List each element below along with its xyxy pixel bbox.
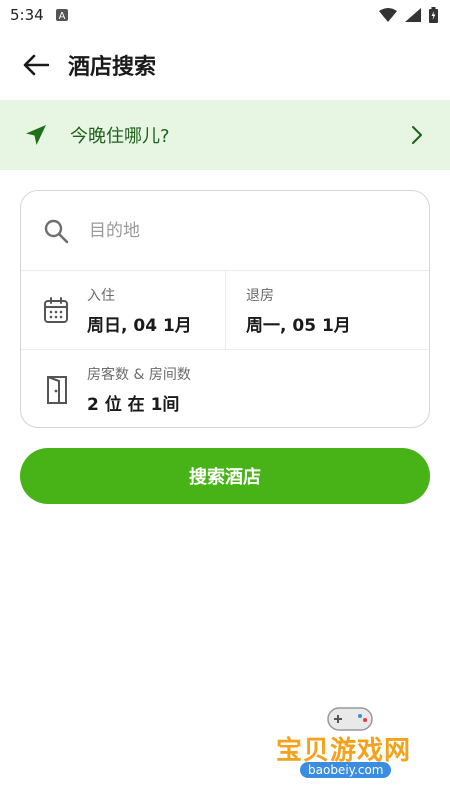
location-banner-text: 今晚住哪儿? (70, 126, 170, 147)
search-icon (44, 219, 69, 243)
checkin-field[interactable]: 入住 周日, 04 1月 (21, 271, 225, 349)
back-button[interactable] (18, 47, 54, 83)
calendar-icon (44, 297, 68, 323)
checkout-value: 周一, 05 1月 (246, 315, 351, 336)
checkin-value: 周日, 04 1月 (87, 315, 192, 336)
page-title: 酒店搜索 (68, 55, 157, 80)
a-notification-icon: A (55, 9, 68, 21)
watermark-url: baobeiy.com (300, 762, 392, 778)
checkin-label: 入住 (87, 287, 115, 304)
chevron-right-icon (412, 126, 422, 144)
location-arrow-icon (26, 125, 46, 145)
battery-icon (429, 7, 438, 23)
arrow-left-icon (23, 54, 49, 76)
status-bar: 5:34 A (0, 0, 450, 30)
location-banner[interactable]: 今晚住哪儿? (0, 100, 450, 170)
guests-value: 2 位 在 1间 (87, 395, 180, 415)
checkout-field[interactable]: 退房 周一, 05 1月 (225, 271, 429, 349)
gamepad-icon (327, 707, 373, 731)
guests-rooms-field[interactable]: 房客数 & 房间数 2 位 在 1间 (21, 350, 429, 427)
svg-text:A: A (58, 11, 65, 21)
checkout-label: 退房 (246, 287, 274, 304)
wifi-icon (379, 8, 397, 22)
search-form-card: 入住 周日, 04 1月 退房 周一, 05 1月 房客数 & 房间数 2 位 … (20, 190, 430, 428)
destination-row[interactable] (21, 191, 429, 271)
guests-label: 房客数 & 房间数 (87, 367, 191, 383)
dates-row: 入住 周日, 04 1月 退房 周一, 05 1月 (21, 271, 429, 350)
app-bar: 酒店搜索 (0, 35, 450, 95)
door-icon (47, 375, 67, 404)
status-time: 5:34 (10, 6, 44, 24)
destination-input[interactable] (87, 219, 371, 242)
search-hotels-button[interactable]: 搜索酒店 (20, 448, 430, 504)
watermark-logo: 宝贝游戏网 baobeiy.com (270, 700, 430, 795)
signal-icon (405, 8, 421, 22)
